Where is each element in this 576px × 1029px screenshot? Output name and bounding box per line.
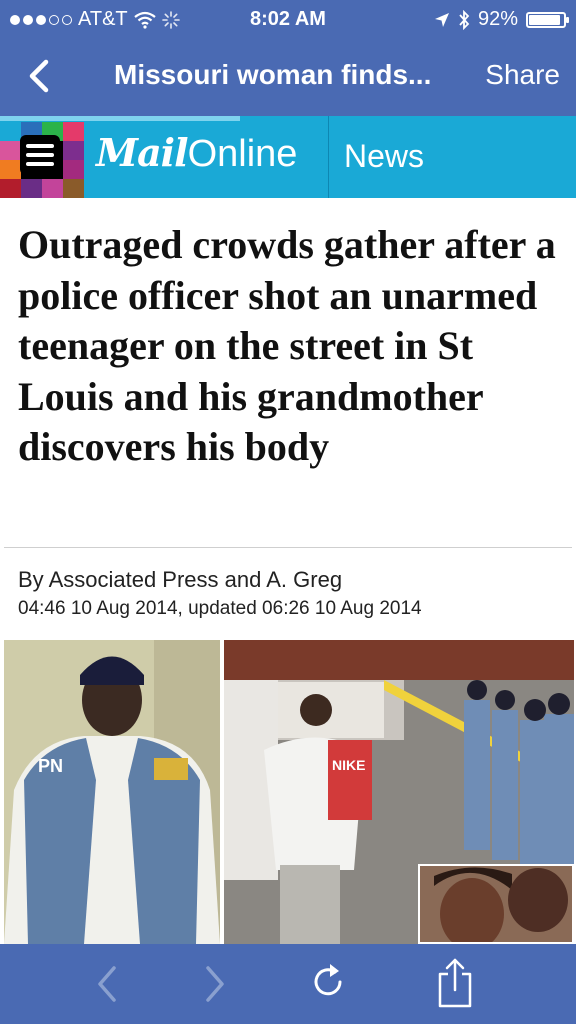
- chevron-left-icon: [29, 59, 49, 93]
- location-arrow-icon: [434, 12, 449, 27]
- browser-toolbar: [0, 944, 576, 1024]
- vest-text: PN: [38, 756, 63, 776]
- share-icon: [438, 958, 472, 1008]
- mailonline-logo[interactable]: Mail Online: [96, 130, 297, 176]
- page-title: Missouri woman finds...: [114, 59, 432, 90]
- reload-button[interactable]: [306, 944, 352, 1024]
- header-divider: [328, 116, 329, 198]
- status-bar: AT&T 8:02 AM 92%: [0, 0, 576, 38]
- article-byline: By Associated Press and A. Greg: [18, 567, 343, 592]
- top-bar: AT&T 8:02 AM 92% Missouri woman finds...…: [0, 0, 576, 116]
- portrait-illustration: PN: [4, 640, 220, 944]
- logo-mail: Mail: [96, 130, 189, 175]
- header-accent-line: [0, 116, 240, 121]
- section-label[interactable]: News: [344, 138, 424, 175]
- portrait-photo[interactable]: PN: [4, 640, 220, 944]
- inset-photo[interactable]: [418, 864, 574, 944]
- share-sheet-button[interactable]: [432, 944, 478, 1024]
- headline-divider: [4, 547, 572, 548]
- menu-button[interactable]: [20, 135, 60, 175]
- inset-illustration: [420, 866, 572, 942]
- article-headline: Outraged crowds gather after a police of…: [18, 222, 556, 469]
- toolbar-forward-button[interactable]: [196, 944, 236, 1024]
- nav-bar: Missouri woman finds... Share: [0, 44, 576, 108]
- logo-online: Online: [187, 133, 298, 175]
- back-button[interactable]: [22, 52, 58, 100]
- battery-icon: [526, 11, 569, 28]
- bluetooth-icon: [459, 9, 470, 30]
- share-button[interactable]: Share: [485, 59, 560, 91]
- battery-percent: 92%: [477, 8, 518, 30]
- article-dateline: 04:46 10 Aug 2014, updated 06:26 10 Aug …: [18, 598, 422, 619]
- shirt-text: NIKE: [332, 757, 365, 773]
- chevron-right-icon: [206, 966, 224, 1002]
- chevron-left-icon: [98, 966, 116, 1002]
- reload-icon: [314, 964, 342, 996]
- status-right: 92%: [434, 8, 569, 31]
- toolbar-back-button[interactable]: [86, 944, 126, 1024]
